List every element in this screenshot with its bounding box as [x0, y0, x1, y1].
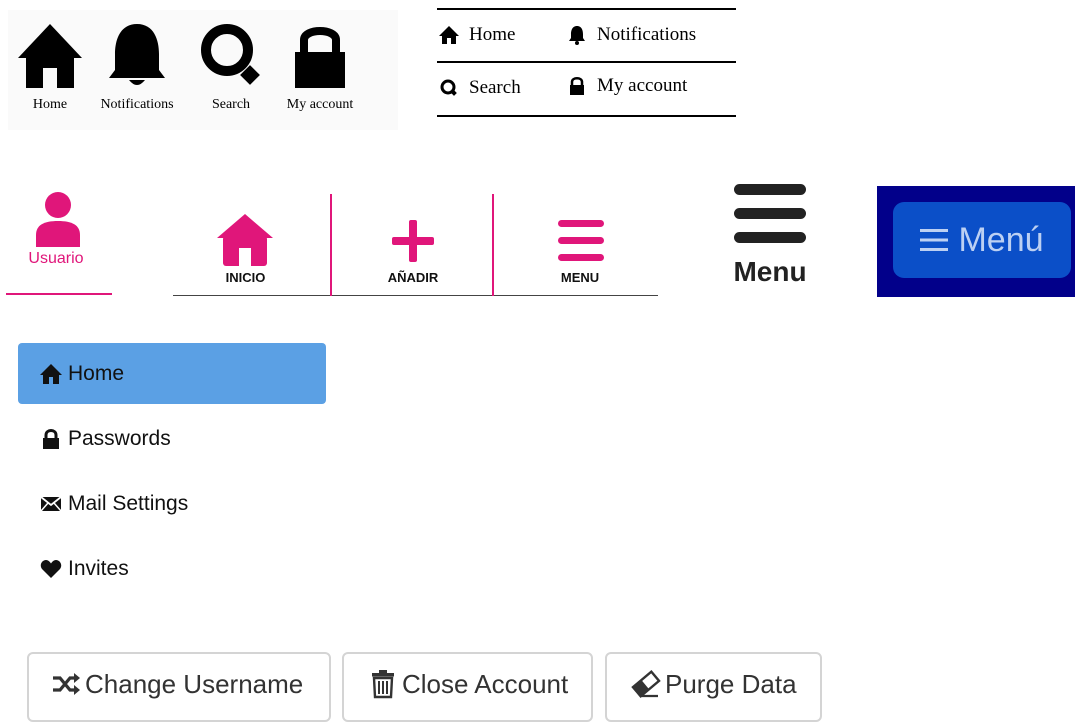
list-nav-item-home[interactable]: Home [439, 23, 515, 47]
list-nav-label: Home [469, 24, 516, 45]
lock-icon [570, 77, 584, 95]
home-icon [40, 363, 62, 384]
envelope-icon [40, 495, 62, 511]
sidebar-item-label: Mail Settings [68, 491, 189, 515]
list-nav-label: My account [597, 75, 688, 96]
bell-icon [569, 26, 585, 45]
icon-nav-label: Home [32, 97, 68, 112]
purge-data-button[interactable]: Purge Data [605, 652, 822, 722]
list-nav-item-search[interactable]: Search [439, 76, 521, 100]
user-icon [36, 192, 80, 247]
sidebar-item-label: Invites [68, 556, 129, 580]
plus-icon [392, 220, 434, 262]
divider [437, 8, 736, 10]
blue-menu-label: Menú [958, 220, 1044, 259]
sidebar-item-invites[interactable]: Invites [18, 538, 326, 599]
button-label: Purge Data [665, 669, 797, 699]
home-icon [439, 26, 459, 44]
hamburger-icon [558, 220, 604, 261]
divider [437, 61, 736, 63]
shuffle-icon [53, 673, 80, 695]
bell-icon [109, 24, 165, 85]
eraser-icon [631, 669, 661, 699]
sidebar-item-label: Home [68, 361, 125, 385]
button-label: Close Account [402, 669, 569, 699]
search-icon [201, 24, 260, 85]
divider [437, 115, 736, 117]
icon-nav-item-my-account[interactable]: My account [275, 10, 365, 130]
button-label: Change Username [85, 669, 304, 699]
tab-label: AÑADIR [387, 270, 439, 285]
menu-button[interactable]: Menu [722, 182, 818, 292]
sidebar-item-mail-settings[interactable]: Mail Settings [18, 473, 326, 534]
active-underline [6, 293, 112, 295]
tab-anadir[interactable]: AÑADIR [332, 194, 492, 295]
home-icon [217, 214, 273, 266]
icon-nav-label: Notifications [100, 97, 174, 112]
blue-menu-button[interactable]: Menú [893, 202, 1071, 278]
list-nav: Home Notifications Search My account [437, 8, 736, 118]
sidebar-item-passwords[interactable]: Passwords [18, 408, 326, 469]
user-label: Usuario [28, 250, 84, 267]
heart-icon [40, 559, 62, 578]
list-nav-label: Search [469, 77, 521, 98]
tab-inicio[interactable]: INICIO [173, 194, 330, 295]
icon-nav-label: Search [211, 97, 251, 112]
list-nav-label: Notifications [597, 24, 697, 45]
list-nav-item-my-account[interactable]: My account [567, 74, 687, 98]
icon-nav-item-home[interactable]: Home [5, 10, 95, 130]
close-account-button[interactable]: Close Account [342, 652, 593, 722]
hamburger-icon [734, 184, 806, 243]
tab-bar-baseline [173, 295, 658, 296]
sidebar-item-label: Passwords [68, 426, 171, 450]
tab-label: INICIO [225, 270, 266, 285]
list-nav-item-notifications[interactable]: Notifications [567, 23, 696, 47]
lock-icon [43, 428, 59, 449]
change-username-button[interactable]: Change Username [27, 652, 331, 722]
search-icon [440, 79, 457, 96]
home-icon [18, 24, 82, 88]
lock-icon [295, 27, 345, 88]
tab-label: MENU [560, 270, 600, 285]
tab-menu[interactable]: MENU [494, 194, 658, 295]
hamburger-icon [920, 229, 949, 251]
icon-nav-item-notifications[interactable]: Notifications [92, 10, 182, 130]
icon-nav-label: My account [286, 97, 354, 112]
user-tab[interactable]: Usuario [6, 185, 112, 297]
menu-label: Menu [733, 256, 807, 287]
icon-nav-item-search[interactable]: Search [186, 10, 276, 130]
blue-menu-container: Menú [877, 186, 1075, 297]
sidebar-item-home[interactable]: Home [18, 343, 326, 404]
trash-icon [372, 670, 394, 699]
icon-nav: Home Notifications Search My account [8, 10, 398, 130]
